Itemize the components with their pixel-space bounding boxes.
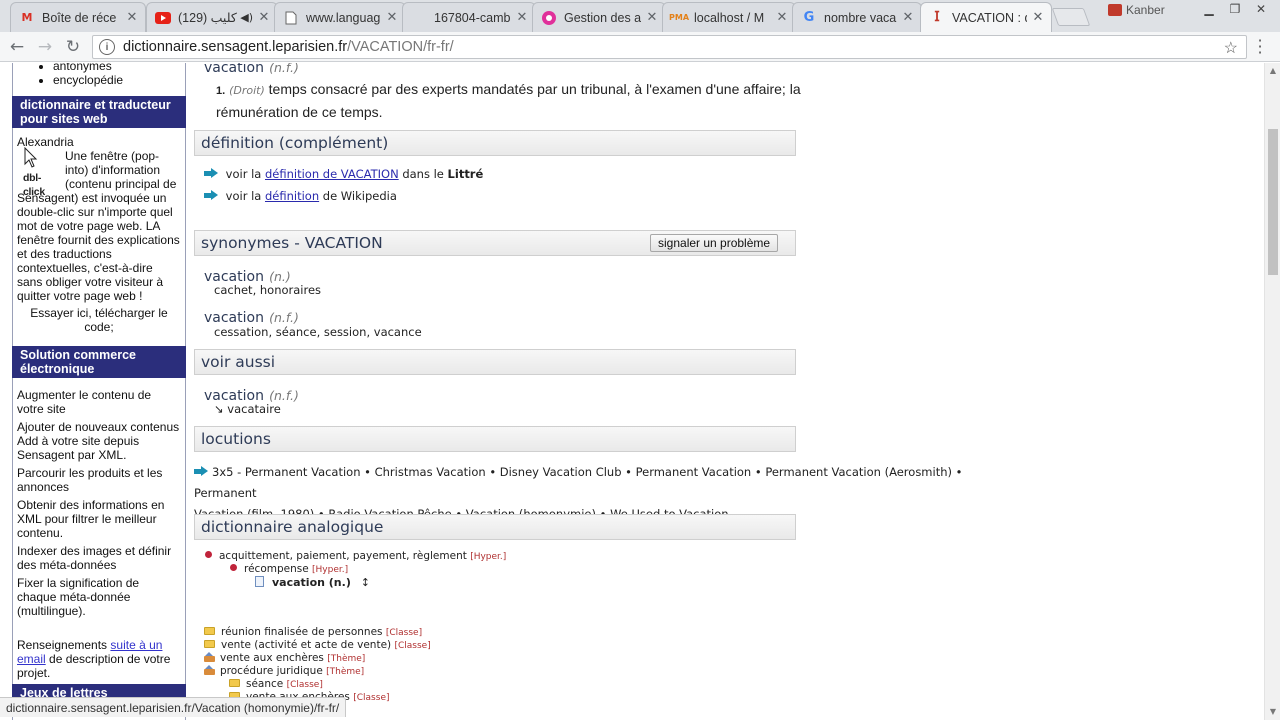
close-icon[interactable]: ✕ (515, 10, 529, 25)
red-bullet-icon (205, 551, 212, 558)
blank-icon (411, 10, 427, 26)
analog-class[interactable]: vente (activité et acte de vente) [Class… (204, 639, 431, 651)
section-heading-analog: dictionnaire analogique (194, 514, 796, 540)
cursor-arrow-icon (24, 147, 38, 168)
page-icon (283, 10, 299, 26)
section-heading-complement: définition (complément) (194, 130, 796, 156)
bookmark-star-icon[interactable]: ☆ (1224, 38, 1238, 58)
close-icon[interactable]: ✕ (645, 10, 659, 25)
browser-toolbar: ← → ↻ i dictionnaire.sensagent.leparisie… (0, 32, 1280, 62)
analog-class[interactable]: séance [Classe] (229, 678, 323, 690)
synonym-list: cachet, honoraires (214, 283, 322, 297)
tab-gmail[interactable]: M Boîte de réce ✕ (10, 2, 146, 32)
commerce-item[interactable]: Indexer des images et définir des méta-d… (13, 542, 185, 574)
analog-current-entry: vacation (n.) ↕ (255, 576, 370, 589)
close-icon[interactable]: ✕ (775, 10, 789, 25)
page-viewport: antonymes encyclopédie dictionnaire et t… (0, 63, 1264, 720)
sensagent-icon: 𝖨 (934, 10, 940, 25)
commerce-item[interactable]: Augmenter le contenu de votre site (13, 386, 185, 418)
theme-icon (204, 665, 215, 675)
section-heading-see-also: voir aussi (194, 349, 796, 375)
analog-class[interactable]: réunion finalisée de personnes [Classe] (204, 626, 422, 638)
arrow-right-icon (204, 168, 218, 179)
download-code-link[interactable]: code (84, 320, 110, 334)
try-here-link[interactable]: ici (77, 306, 88, 320)
vertical-scrollbar[interactable]: ▲ ▼ (1264, 63, 1280, 720)
window-close-icon[interactable]: ✕ (1248, 0, 1274, 18)
folder-icon (204, 627, 215, 635)
synonym-group: vacation (n.f.) (204, 310, 299, 326)
tab-language[interactable]: www.languag ✕ (274, 2, 406, 32)
commerce-item[interactable]: Ajouter de nouveaux contenus Add à votre… (13, 418, 185, 464)
pink-app-icon (541, 10, 557, 26)
tab-phpmyadmin[interactable]: PMA localhost / M ✕ (662, 2, 796, 32)
arrow-right-icon (194, 466, 208, 477)
dblclick-demo: dbl-click (17, 147, 61, 198)
sidebar-link-antonymes[interactable]: antonymes (53, 63, 185, 73)
complement-line-littre: voir la définition de VACATION dans le L… (204, 167, 483, 181)
browser-menu-icon[interactable]: · · · (1256, 33, 1264, 61)
analog-theme[interactable]: procédure juridique [Thème] (204, 665, 364, 677)
scrollbar-thumb[interactable] (1268, 129, 1278, 275)
forward-icon[interactable]: → (34, 36, 56, 58)
tab-gestion[interactable]: Gestion des a ✕ (532, 2, 666, 32)
close-icon[interactable]: ✕ (125, 10, 139, 25)
red-bullet-icon (230, 564, 237, 571)
wikipedia-definition-link[interactable]: définition (265, 189, 319, 203)
commerce-box-heading: Solution commerce électronique (12, 346, 186, 378)
folder-icon (204, 640, 215, 648)
profile-button[interactable]: Kanber (1108, 2, 1165, 18)
tab-sensagent[interactable]: 𝖨 VACATION : d ✕ (920, 2, 1052, 32)
maximize-icon[interactable]: ❐ (1222, 0, 1248, 18)
folder-icon (229, 679, 240, 687)
commerce-item[interactable]: Obtenir des informations en XML pour fil… (13, 496, 185, 542)
tab-youtube[interactable]: (129) كليب ◀) ✕ (146, 2, 278, 32)
info-icon[interactable]: i (99, 39, 115, 55)
profile-avatar-icon (1108, 4, 1122, 16)
youtube-icon (155, 10, 171, 26)
scroll-up-icon[interactable]: ▲ (1265, 63, 1280, 79)
report-problem-button[interactable]: signaler un problème (650, 234, 779, 252)
entry-definition: 1. (Droit) temps consacré par des expert… (216, 81, 801, 120)
close-icon[interactable]: ✕ (257, 10, 271, 25)
expand-toggle-icon[interactable]: ↕ (361, 576, 370, 589)
gmail-icon: M (21, 11, 33, 24)
commerce-item[interactable]: Parcourir les produits et les annonces (13, 464, 185, 496)
sidebar-link-encyclopedie[interactable]: encyclopédie (53, 73, 185, 87)
document-icon (255, 576, 264, 587)
section-heading-synonyms: synonymes - VACATION signaler un problèm… (194, 230, 796, 256)
font-name: Alexandria (17, 135, 74, 149)
tab-google-search[interactable]: G nombre vaca ✕ (792, 2, 922, 32)
phpmyadmin-icon: PMA (669, 13, 690, 22)
tab-cambridge[interactable]: 167804-camb ✕ (402, 2, 536, 32)
arrow-right-icon (204, 190, 218, 201)
section-heading-locutions: locutions (194, 426, 796, 452)
scroll-down-icon[interactable]: ▼ (1265, 704, 1280, 720)
reload-icon[interactable]: ↻ (62, 36, 84, 58)
littre-definition-link[interactable]: définition de VACATION (265, 167, 399, 181)
webmaster-box-heading: dictionnaire et traducteur pour sites we… (12, 96, 186, 128)
see-also-related[interactable]: ↘ vacataire (214, 402, 281, 416)
google-icon: G (803, 10, 815, 25)
status-bar: dictionnaire.sensagent.leparisien.fr/Vac… (0, 697, 347, 717)
minimize-icon[interactable]: ▁ (1196, 0, 1222, 18)
close-icon[interactable]: ✕ (385, 10, 399, 25)
commerce-item[interactable]: Fixer la signification de chaque méta-do… (13, 574, 185, 620)
close-icon[interactable]: ✕ (1031, 10, 1045, 25)
analog-hypernym-level2[interactable]: récompense [Hyper.] (230, 563, 348, 575)
tab-strip: M Boîte de réce ✕ (129) كليب ◀) ✕ www.la… (0, 0, 1280, 32)
theme-icon (204, 652, 215, 662)
left-sidebar: antonymes encyclopédie dictionnaire et t… (12, 63, 186, 720)
analog-hypernym-level1[interactable]: acquittement, paiement, payement, règlem… (205, 550, 506, 562)
back-icon[interactable]: ← (6, 36, 28, 58)
speaker-icon[interactable]: ◀) (240, 11, 253, 24)
entry-word: vacation (204, 63, 264, 76)
close-icon[interactable]: ✕ (901, 10, 915, 25)
complement-line-wikipedia: voir la définition de Wikipedia (204, 189, 397, 203)
analog-theme[interactable]: vente aux enchères [Thème] (204, 652, 365, 664)
address-bar[interactable]: i dictionnaire.sensagent.leparisien.fr/V… (92, 35, 1247, 59)
synonym-list: cessation, séance, session, vacance (214, 325, 422, 339)
new-tab-button[interactable] (1051, 8, 1091, 26)
